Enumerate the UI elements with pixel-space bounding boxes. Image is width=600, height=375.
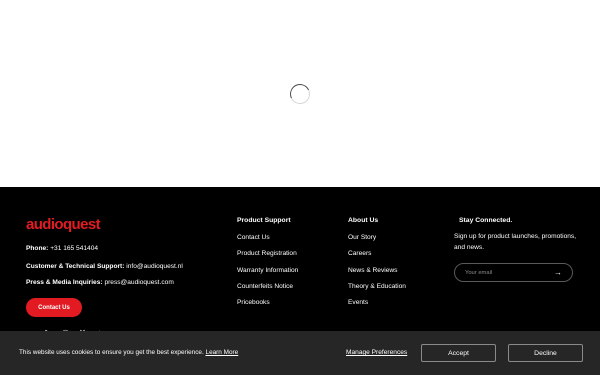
cookie-text: This website uses cookies to ensure you … xyxy=(19,349,204,356)
learn-more-link[interactable]: Learn More xyxy=(206,349,239,356)
footer-link-counterfeits-notice[interactable]: Counterfeits Notice xyxy=(237,283,298,290)
cookie-message: This website uses cookies to ensure you … xyxy=(19,349,238,356)
press-label: Press & Media Inquiries: xyxy=(26,279,103,286)
press-email[interactable]: press@audioquest.com xyxy=(104,279,173,286)
newsletter-title: Stay Connected. xyxy=(459,217,513,224)
phone-line: Phone: +31 165 541404 xyxy=(26,245,98,252)
footer-link-theory-education[interactable]: Theory & Education xyxy=(348,283,406,290)
newsletter-text: Sign up for product launches, promotions… xyxy=(454,233,577,251)
audioquest-logo[interactable]: audioquest xyxy=(26,216,101,233)
cookie-consent-bar: This website uses cookies to ensure you … xyxy=(0,331,600,375)
email-signup-form: → xyxy=(454,263,573,282)
footer-link-our-story[interactable]: Our Story xyxy=(348,234,406,241)
product-support-title: Product Support xyxy=(237,217,291,224)
footer-link-events[interactable]: Events xyxy=(348,299,406,306)
phone-value[interactable]: +31 165 541404 xyxy=(50,245,98,252)
about-us-title: About Us xyxy=(348,217,379,224)
footer-link-product-registration[interactable]: Product Registration xyxy=(237,250,298,257)
decline-button[interactable]: Decline xyxy=(508,344,583,362)
product-support-column: Product Support Contact Us Product Regis… xyxy=(237,217,298,306)
footer-link-careers[interactable]: Careers xyxy=(348,250,406,257)
loading-spinner-icon xyxy=(287,81,313,107)
phone-label: Phone: xyxy=(26,245,49,252)
newsletter-section: Stay Connected. Sign up for product laun… xyxy=(454,217,579,282)
support-line: Customer & Technical Support: info@audio… xyxy=(26,263,183,270)
about-us-column: About Us Our Story Careers News & Review… xyxy=(348,217,406,306)
footer-link-news-reviews[interactable]: News & Reviews xyxy=(348,267,406,274)
manage-preferences-link[interactable]: Manage Preferences xyxy=(346,349,407,356)
email-input[interactable] xyxy=(465,268,545,278)
footer-link-warranty-information[interactable]: Warranty Information xyxy=(237,267,298,274)
support-label: Customer & Technical Support: xyxy=(26,263,125,270)
loading-area xyxy=(0,0,600,187)
accept-button[interactable]: Accept xyxy=(421,344,496,362)
footer-link-contact-us[interactable]: Contact Us xyxy=(237,234,298,241)
press-line: Press & Media Inquiries: press@audioques… xyxy=(26,279,174,286)
contact-us-button[interactable]: Contact Us xyxy=(26,298,82,317)
footer-link-pricebooks[interactable]: Pricebooks xyxy=(237,299,298,306)
arrow-right-icon[interactable]: → xyxy=(554,267,562,279)
support-email[interactable]: info@audioquest.nl xyxy=(126,263,183,270)
page: audioquest Phone: +31 165 541404 Custome… xyxy=(0,0,600,375)
